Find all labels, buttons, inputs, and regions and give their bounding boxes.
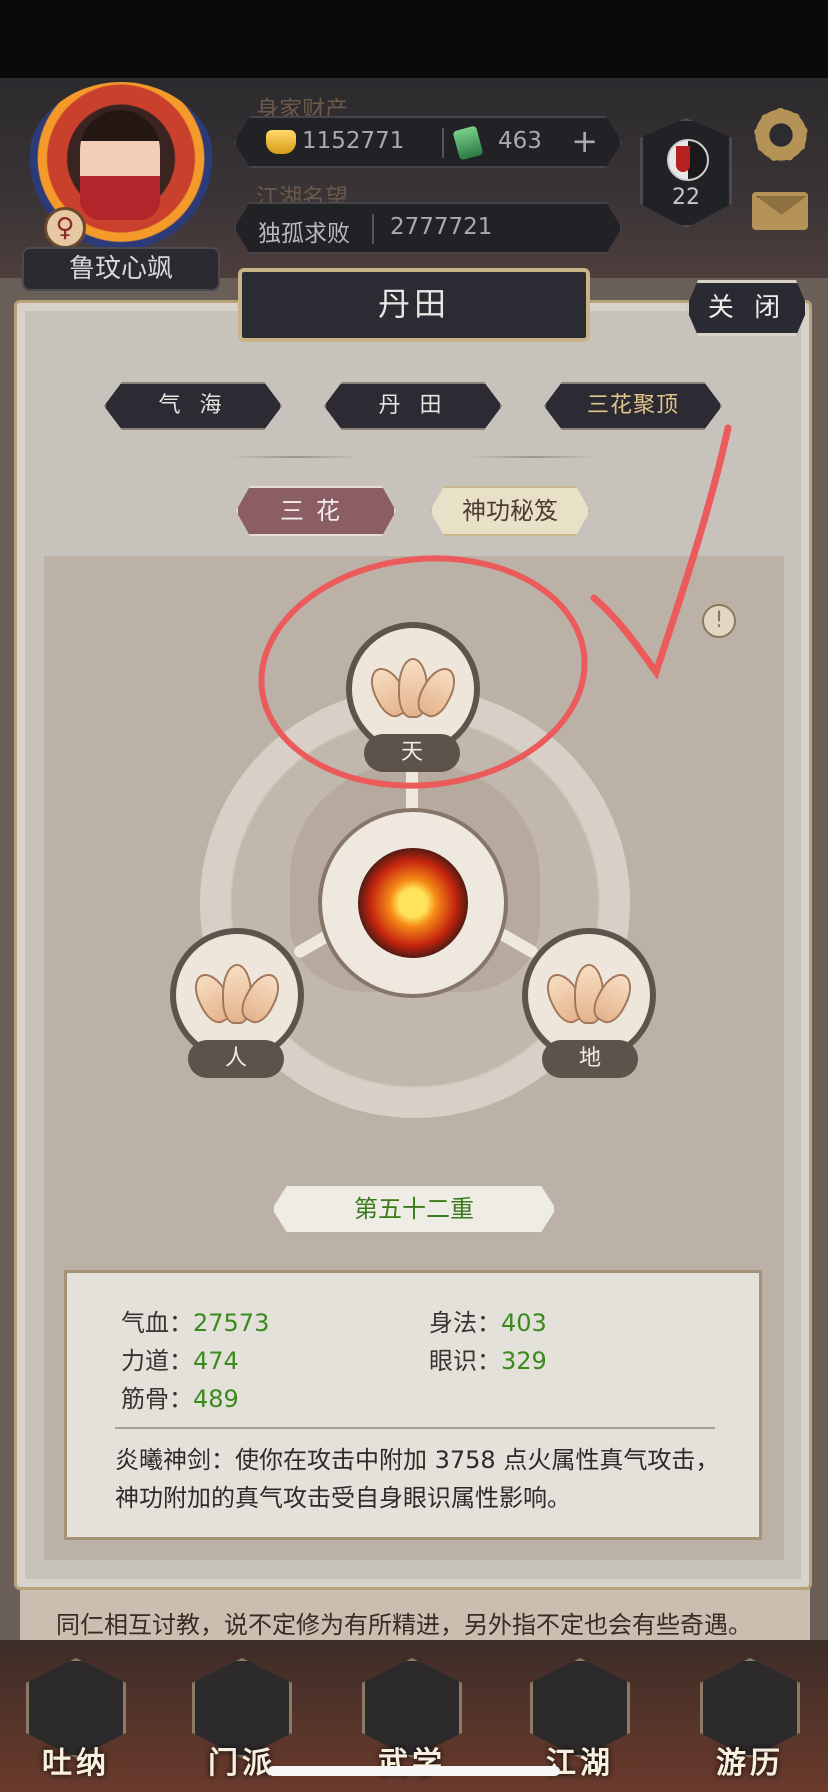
add-currency-icon[interactable]: + [571, 122, 598, 160]
currency-divider [442, 128, 444, 158]
tab-dantian[interactable]: 丹 田 [324, 382, 502, 430]
nav-label-youli: 游历 [716, 1746, 784, 1781]
home-indicator[interactable] [268, 1766, 560, 1776]
stat-jingu: 筋骨：489 [121, 1385, 239, 1413]
lotus-icon [539, 964, 639, 1028]
flame-core-emblem[interactable] [318, 808, 508, 998]
nav-menpai[interactable]: 门派 [186, 1658, 298, 1781]
annotation-checkmark [590, 424, 732, 680]
tab-qihai[interactable]: 气 海 [104, 382, 282, 430]
avatar-portrait [80, 110, 160, 220]
stat-lidao: 力道：474 [121, 1347, 239, 1375]
gender-female-icon: ♀ [44, 207, 86, 249]
gold-amount: 1152771 [302, 128, 405, 154]
reputation-title: 独孤求败 [258, 221, 350, 247]
node-label-ren: 人 [188, 1040, 284, 1078]
nav-youli[interactable]: 游历 [694, 1658, 806, 1781]
divider-right [468, 456, 598, 458]
stat-qixue: 气血：27573 [121, 1309, 270, 1337]
player-avatar[interactable]: ♀ 鲁玟心飒 [22, 82, 220, 291]
subtab-shengong-miji[interactable]: 神功秘笈 [430, 486, 590, 536]
stats-divider [115, 1427, 715, 1429]
fire-sword-icon [358, 848, 468, 958]
top-hud: ♀ 鲁玟心飒 身家财产 1152771 463 + 江湖名望 独孤求败 2777… [0, 78, 828, 291]
subtab-sanhua[interactable]: 三花 [236, 486, 396, 536]
player-name: 鲁玟心飒 [22, 247, 220, 291]
currency-bar: 1152771 463 + [234, 116, 622, 168]
player-level: 22 [672, 185, 700, 210]
nav-tuna[interactable]: 吐纳 [20, 1658, 132, 1781]
lotus-icon [187, 964, 287, 1028]
status-bar [0, 0, 828, 78]
node-label-di: 地 [542, 1040, 638, 1078]
stat-shenfa: 身法：403 [429, 1309, 547, 1337]
background-news-line2: 同仁相互讨教，说不定修为有所精进，另外指不定也会有些奇遇。 [56, 1611, 752, 1639]
stat-yanshi: 眼识：329 [429, 1347, 547, 1375]
level-emblem[interactable]: 22 [640, 118, 732, 228]
stats-panel: 气血：27573 身法：403 力道：474 眼识：329 筋骨：489 炎曦神… [64, 1270, 762, 1540]
panel-title: 丹田 [238, 268, 590, 342]
nav-jianghu[interactable]: 江湖 [524, 1658, 636, 1781]
close-button[interactable]: 关 闭 [686, 280, 808, 336]
gear-icon[interactable] [752, 106, 810, 164]
reputation-bar: 独孤求败 2777721 [234, 202, 622, 254]
divider-left [230, 456, 360, 458]
nav-wuxue[interactable]: 武学 [356, 1658, 468, 1781]
title-ornament-right [586, 300, 686, 302]
skill-description: 炎曦神剑：使你在攻击中附加 3758 点火属性真气攻击，神功附加的真气攻击受自身… [115, 1446, 720, 1512]
mail-icon[interactable] [752, 192, 808, 230]
gold-ingot-icon [266, 130, 296, 154]
reputation-divider [372, 214, 374, 244]
jade-amount: 463 [498, 128, 542, 154]
reputation-value: 2777721 [390, 214, 493, 240]
nav-label-tuna: 吐纳 [42, 1746, 110, 1781]
jade-icon [453, 125, 484, 160]
tassel-ornament [676, 146, 690, 172]
tier-level-plate: 第五十二重 [272, 1184, 556, 1234]
